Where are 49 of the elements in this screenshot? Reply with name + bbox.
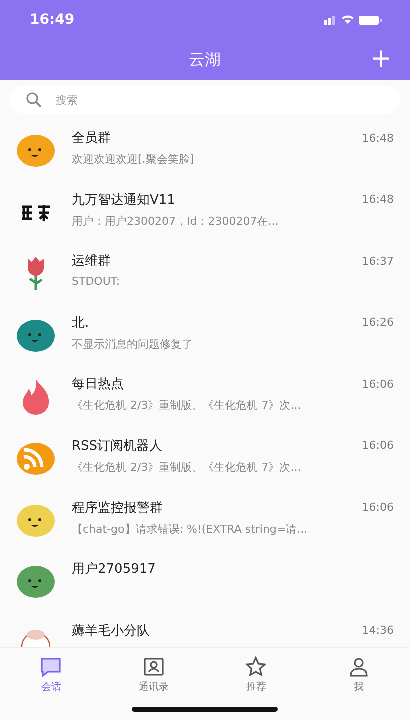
chat-time: 16:06: [362, 501, 394, 514]
chat-time: 16:06: [362, 439, 394, 452]
tab-bar-item[interactable]: 通讯录: [102, 656, 205, 694]
add-button[interactable]: +: [366, 46, 396, 72]
person-icon: [348, 656, 370, 678]
message-preview: 用户：用户2300207，Id：2300207在...: [72, 214, 280, 229]
chat-name: 运维群: [72, 253, 111, 270]
message-preview: 不显示消息的问题修复了: [72, 336, 194, 352]
chat-time: 16:37: [362, 254, 394, 268]
status-time: 16:49: [30, 12, 75, 28]
chat-name: 北.: [72, 314, 90, 332]
chat-icon: [40, 656, 62, 678]
chat-time: 16:48: [362, 193, 394, 206]
message-preview: 【chat-go】请求错误: %!(EXTRA string=请...: [72, 522, 309, 537]
chat-item[interactable]: 全员群 16:48 欢迎欢迎欢迎[.聚会笑脸]: [0, 120, 410, 182]
rss-icon: [17, 442, 55, 475]
chat-time: 16:48: [362, 132, 394, 144]
message-preview: 《生化危机 2/3》重制版、《生化危机 7》次...: [72, 460, 302, 475]
tulip-icon: [28, 257, 44, 292]
tab-bar-item[interactable]: 会话: [0, 656, 102, 694]
star-icon: [245, 656, 268, 678]
chat-item[interactable]: RSS订阅机器人 16:06 《生化危机 2/3》重制版、《生化危机 7》次...: [0, 428, 410, 490]
chat-item[interactable]: 每日热点 16:06 《生化危机 2/3》重制版、《生化危机 7》次...: [0, 366, 410, 428]
chat-name: 薅羊毛小分队: [72, 622, 150, 640]
chat-name: 九万智达通知V11: [72, 192, 176, 209]
chat-item[interactable]: 用户2705917: [0, 551, 410, 613]
tab-bar-item[interactable]: 我: [308, 656, 410, 694]
page-title: 云湖: [189, 50, 221, 70]
chat-name: 程序监控报警群: [72, 500, 163, 517]
chat-name: RSS订阅机器人: [72, 438, 163, 455]
chat-item[interactable]: 北. 16:26 不显示消息的问题修复了: [0, 304, 410, 366]
chat-item[interactable]: 程序监控报警群 16:06 【chat-go】请求错误: %!(EXTRA string=请...: [0, 490, 410, 552]
flame-icon: [23, 379, 49, 416]
tab-bar-item[interactable]: 推荐: [205, 656, 308, 694]
chat-time: 14:36: [362, 624, 394, 638]
chat-time: 16:26: [362, 316, 394, 330]
chat-item[interactable]: 九万智达通知V11 16:48 用户：用户2300207，Id：2300207在...: [0, 182, 410, 244]
chat-time: 16:06: [362, 378, 394, 391]
chat-item[interactable]: 运维群 16:37 STDOUT:: [0, 243, 410, 305]
chat-name: 用户2705917: [72, 561, 156, 578]
contact-card-icon: [142, 656, 165, 678]
message-preview: 欢迎欢迎欢迎[.聚会笑脸]: [72, 152, 196, 167]
search-field[interactable]: 搜索: [10, 86, 400, 114]
message-preview: 《生化危机 2/3》重制版、《生化危机 7》次...: [72, 398, 302, 414]
chat-name: 每日热点: [72, 376, 124, 394]
status-icons-drawing: [324, 14, 382, 26]
logo-avatar-icon: [20, 203, 52, 222]
chat-name: 全员群: [72, 130, 111, 147]
message-preview: STDOUT:: [72, 275, 122, 288]
